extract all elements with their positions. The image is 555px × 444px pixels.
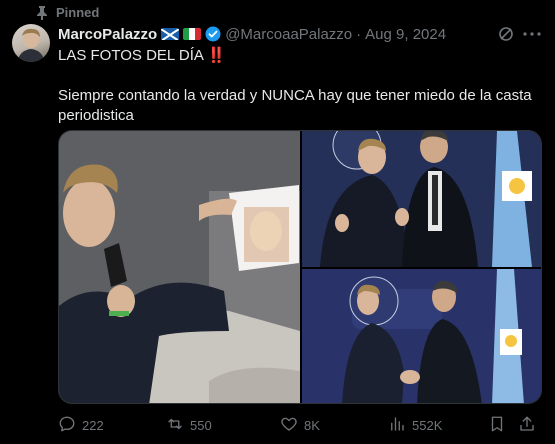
like-button[interactable]: 8K [280,415,320,436]
italy-flag-icon [183,28,202,40]
tweet-actions: 222 550 8K 552K [58,414,538,436]
views-chart-icon [388,415,406,436]
share-icon [518,415,536,436]
tweet-text: LAS FOTOS DEL DÍA ‼️ Siempre contando la… [58,46,538,126]
views-count: 552K [412,417,443,433]
grok-icon[interactable] [493,24,519,44]
repost-count: 550 [190,417,212,433]
repost-button[interactable]: 550 [166,415,212,436]
photo-press-conference[interactable] [59,131,300,403]
reply-icon [58,415,76,436]
tweet-date[interactable]: Aug 9, 2024 [365,26,446,43]
tweet-header: MarcoPalazzo @MarcoaaPalazzo · Aug 9, 20… [58,24,545,44]
pinned-label: Pinned [56,5,100,20]
verified-badge-icon[interactable] [205,26,221,42]
date-separator: · [356,25,362,43]
bookmark-icon [488,415,506,436]
bookmark-button[interactable] [488,415,506,436]
repost-icon [166,415,184,436]
views-button[interactable]: 552K [388,415,442,436]
author-name[interactable]: MarcoPalazzo [58,26,157,43]
tweet-line-1: LAS FOTOS DEL DÍA ‼️ [58,47,226,64]
share-button[interactable] [518,415,536,436]
photo-handshake[interactable] [302,269,541,403]
pin-icon [36,5,48,20]
avatar[interactable] [12,24,50,62]
scotland-flag-icon [161,28,180,40]
pinned-indicator: Pinned [36,5,99,20]
tweet-line-2: Siempre contando la verdad y NUNCA hay q… [58,87,532,124]
author-handle[interactable]: @MarcoaaPalazzo [225,26,352,43]
media-grid [58,130,542,404]
like-count: 8K [304,417,320,433]
heart-icon [280,415,298,436]
reply-count: 222 [82,417,104,433]
photo-two-men-thumbs-up[interactable] [302,131,541,267]
reply-button[interactable]: 222 [58,415,104,436]
more-options-icon[interactable] [519,24,545,44]
